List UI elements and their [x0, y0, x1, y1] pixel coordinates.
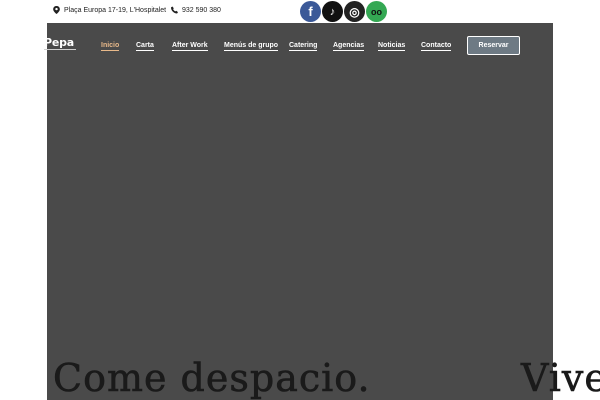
tiktok-icon[interactable]: ♪	[322, 1, 343, 22]
nav-label: Catering	[289, 42, 318, 49]
nav-noticias[interactable]: Noticias	[378, 42, 406, 51]
hero-headline-left: Come despacio.	[53, 356, 371, 400]
nav-agencias[interactable]: Agencias	[333, 42, 365, 51]
nav-label: Noticias	[378, 42, 406, 49]
nav-label: Contacto	[421, 42, 452, 49]
social-links: f ♪ ◎ oo	[300, 1, 387, 22]
phone-icon	[171, 6, 178, 14]
nav-menus-de-grupo[interactable]: Menús de grupo	[224, 42, 279, 51]
nav-label: Inicio	[101, 42, 120, 49]
tripadvisor-icon[interactable]: oo	[366, 1, 387, 22]
facebook-icon[interactable]: f	[300, 1, 321, 22]
nav-label: Agencias	[333, 42, 365, 49]
logo-underline	[44, 49, 76, 50]
nav-carta[interactable]: Carta	[136, 42, 154, 51]
hero-headline-right: Vive	[521, 356, 600, 400]
top-bar: Plaça Europa 17-19, L'Hospitalet 932 590…	[0, 0, 600, 23]
nav-after-work[interactable]: After Work	[172, 42, 208, 51]
reservar-button[interactable]: Reservar	[467, 36, 520, 55]
nav-inicio[interactable]: Inicio	[101, 42, 120, 51]
instagram-icon[interactable]: ◎	[344, 1, 365, 22]
logo[interactable]: Pepa	[44, 36, 74, 49]
phone[interactable]: 932 590 380	[171, 6, 221, 14]
hero-section: Pepa Inicio Carta After Work Menús de gr…	[44, 23, 553, 400]
address-text: Plaça Europa 17-19, L'Hospitalet	[64, 6, 167, 14]
location-pin-icon	[53, 6, 60, 14]
phone-text: 932 590 380	[182, 6, 221, 14]
nav-label: Carta	[136, 42, 154, 49]
nav-label: Menús de grupo	[224, 42, 279, 49]
address[interactable]: Plaça Europa 17-19, L'Hospitalet	[53, 6, 166, 14]
nav-catering[interactable]: Catering	[289, 42, 318, 51]
nav-contacto[interactable]: Contacto	[421, 42, 452, 51]
nav-label: After Work	[172, 42, 208, 49]
